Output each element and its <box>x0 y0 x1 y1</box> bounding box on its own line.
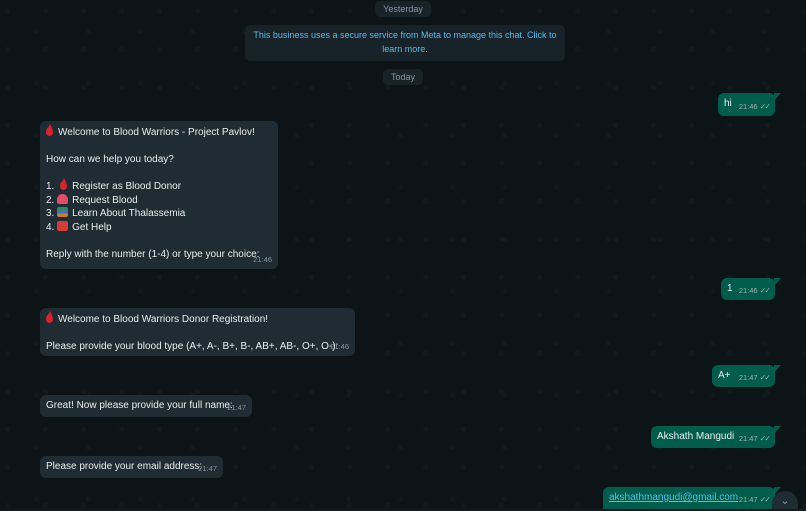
message-meta: 21:47 ✓✓ <box>738 493 771 507</box>
message-incoming[interactable]: Please provide your email address: 21:47 <box>40 456 223 478</box>
message-meta: 21:47 <box>198 462 217 476</box>
message-time: 21:47 <box>738 372 758 382</box>
message-time: 21:47 <box>227 402 246 412</box>
read-receipt-icon: ✓✓ <box>759 101 771 111</box>
menu-option: 2. Request Blood <box>46 193 138 206</box>
message-text: Great! Now please provide your full name… <box>46 400 233 411</box>
message-meta: 21:47 ✓✓ <box>738 371 771 385</box>
message-meta: 21:47 <box>227 401 246 415</box>
message-meta: 21:46 <box>253 253 272 267</box>
message-time: 21:46 <box>738 101 758 111</box>
blood-drop-icon <box>46 311 53 323</box>
message-text: hi <box>724 98 732 109</box>
message-outgoing[interactable]: A+ 21:47 ✓✓ <box>712 365 781 387</box>
message-footer: Reply with the number (1-4) or type your… <box>46 248 260 260</box>
message-text: Please provide your blood type (A+, A-, … <box>46 341 339 352</box>
message-time: 21:47 <box>198 463 217 473</box>
message-outgoing[interactable]: Akshath Mangudi 21:47 ✓✓ <box>651 426 781 448</box>
blood-drop-icon <box>46 124 53 136</box>
message-time: 21:46 <box>253 254 272 264</box>
date-divider-yesterday: Yesterday <box>375 1 431 17</box>
read-receipt-icon: ✓✓ <box>759 285 771 295</box>
siren-icon <box>57 193 69 204</box>
message-prompt: How can we help you today? <box>46 154 174 165</box>
read-receipt-icon: ✓✓ <box>759 494 771 504</box>
message-incoming[interactable]: Welcome to Blood Warriors Donor Registra… <box>40 308 355 356</box>
message-meta: 21:47 ✓✓ <box>738 432 771 446</box>
message-meta: 21:46 <box>330 340 349 354</box>
menu-option: 4. Get Help <box>46 220 112 233</box>
message-time: 21:46 <box>738 285 758 295</box>
chevron-down-icon: ⌄ <box>780 495 790 507</box>
message-incoming[interactable]: Great! Now please provide your full name… <box>40 395 252 417</box>
message-meta: 21:46 ✓✓ <box>738 284 771 298</box>
message-outgoing[interactable]: akshathmangudi@gmail.com 21:47 ✓✓ <box>603 487 781 509</box>
business-encryption-notice[interactable]: This business uses a secure service from… <box>245 25 565 61</box>
message-meta: 21:46 ✓✓ <box>738 100 771 114</box>
message-time: 21:47 <box>738 433 758 443</box>
message-time: 21:46 <box>330 341 349 351</box>
menu-option: 1. Register as Blood Donor <box>46 178 182 192</box>
sos-icon <box>57 220 69 231</box>
menu-option: 3. Learn About Thalassemia <box>46 207 186 219</box>
read-receipt-icon: ✓✓ <box>759 372 771 382</box>
message-text: A+ <box>718 370 731 381</box>
message-text: 1 <box>727 283 733 294</box>
message-title: Welcome to Blood Warriors Donor Registra… <box>58 314 269 325</box>
message-text: Akshath Mangudi <box>657 431 735 442</box>
email-link[interactable]: akshathmangudi@gmail.com <box>609 492 738 503</box>
message-outgoing[interactable]: hi 21:46 ✓✓ <box>718 93 781 116</box>
message-title: Welcome to Blood Warriors - Project Pavl… <box>58 127 255 138</box>
message-time: 21:47 <box>738 494 758 504</box>
books-icon <box>57 207 69 217</box>
date-divider-today: Today <box>382 69 424 85</box>
blood-drop-icon <box>60 178 68 190</box>
message-outgoing[interactable]: 1 21:46 ✓✓ <box>721 278 781 300</box>
message-incoming[interactable]: Welcome to Blood Warriors - Project Pavl… <box>40 121 278 269</box>
read-receipt-icon: ✓✓ <box>759 433 771 443</box>
message-text: Please provide your email address: <box>46 461 203 472</box>
